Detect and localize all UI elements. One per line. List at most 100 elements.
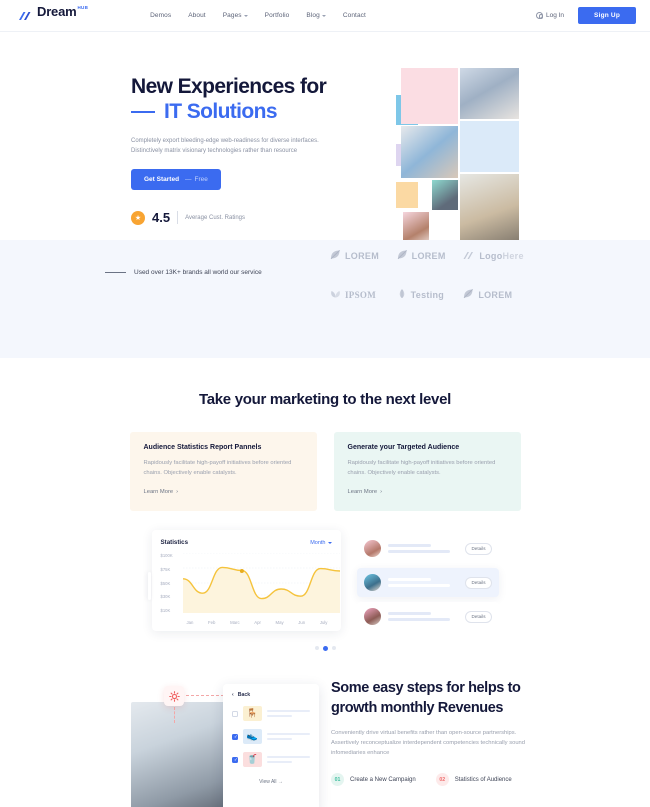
- list-item[interactable]: Details: [356, 602, 499, 631]
- brand-name: IPSOM: [345, 290, 377, 300]
- marketing-section: Take your marketing to the next level Au…: [0, 358, 650, 651]
- brands-section: Used over 13K+ brands all world our serv…: [0, 240, 650, 358]
- placeholder-bars: [387, 611, 459, 622]
- placeholder-bars: [387, 543, 459, 554]
- details-button[interactable]: Details: [465, 610, 492, 623]
- signup-button[interactable]: Sign Up: [578, 7, 636, 24]
- feature-cards: Audience Statistics Report Pannels Rapid…: [0, 432, 650, 511]
- steps-section: ‹ Back 🪑 👟 🥤 View Al: [0, 675, 650, 807]
- checkbox-checked[interactable]: [232, 756, 238, 763]
- x-axis-labels: Jan Feb Marc Apr May Jun July: [183, 620, 332, 625]
- carousel-dot-active[interactable]: [322, 646, 328, 651]
- bar: [267, 755, 310, 759]
- accent-line: [105, 272, 126, 273]
- chevron-down-icon: [321, 14, 326, 17]
- nav-label: About: [188, 12, 206, 19]
- steps-photo: [131, 702, 226, 807]
- y-axis-labels: $100K $75K $50K $30K $10K: [161, 553, 181, 613]
- product-row[interactable]: 🥤: [232, 752, 310, 767]
- learn-more-link[interactable]: Learn More ›: [348, 489, 383, 495]
- divider: [177, 211, 179, 224]
- card-body: Rapidously facilitate high-payoff initia…: [143, 460, 292, 476]
- nav-item-about[interactable]: About: [188, 12, 206, 19]
- x-tick: Jun: [298, 620, 306, 625]
- cta-sub-label: Free: [194, 176, 208, 183]
- bar: [387, 577, 432, 581]
- nav-item-demos[interactable]: Demos: [150, 12, 171, 19]
- nav-item-contact[interactable]: Contact: [343, 12, 366, 19]
- chevron-left-icon: ‹: [232, 692, 234, 698]
- bar: [267, 709, 310, 713]
- placeholder-bars: [267, 709, 310, 718]
- y-tick: $10K: [160, 608, 171, 613]
- shoe-icon: 👟: [243, 729, 262, 744]
- brand-logo-lorem-1[interactable]: LOREM: [330, 247, 397, 265]
- x-tick: Marc: [230, 620, 240, 625]
- chair-icon: 🪑: [243, 706, 262, 721]
- feature-card-targeted-audience: Generate your Targeted Audience Rapidous…: [333, 432, 521, 511]
- chart-period-select[interactable]: Month: [310, 540, 332, 546]
- view-all-link[interactable]: View All →: [232, 779, 310, 785]
- leaf-icon: [397, 247, 408, 265]
- carousel-dot[interactable]: [314, 646, 319, 650]
- hero-title-line2: IT Solutions: [164, 100, 278, 123]
- checkbox[interactable]: [232, 710, 238, 717]
- x-tick: Jan: [186, 620, 194, 625]
- brand-logo-logohere[interactable]: LogoHere: [463, 247, 530, 265]
- brand-logo-lorem-2[interactable]: LOREM: [397, 247, 464, 265]
- chevron-right-icon: ›: [380, 489, 383, 495]
- step-label: Create a New Campaign: [350, 776, 416, 783]
- chart-header: Statistics Month: [161, 539, 332, 546]
- chevron-down-icon: [327, 541, 332, 544]
- step-item-statistics-audience[interactable]: 02 Statistics of Audience: [435, 773, 512, 787]
- back-button[interactable]: ‹ Back: [232, 692, 310, 698]
- cta-dash: —: [185, 176, 192, 183]
- nav-item-portfolio[interactable]: Portfolio: [265, 12, 290, 19]
- brand-logo-ipsom[interactable]: IPSOM: [330, 286, 397, 304]
- logo[interactable]: Dream HUB: [18, 5, 88, 26]
- user-circle-icon: [535, 12, 544, 19]
- avatar: [363, 574, 381, 591]
- nav-item-blog[interactable]: Blog: [306, 12, 326, 19]
- audience-list: Details Details Details: [356, 530, 499, 631]
- brand-logo-grid: LOREM LOREM LogoHere IPSOM Testing LOREM: [330, 247, 530, 304]
- step-number: 02: [435, 773, 449, 787]
- login-link[interactable]: Log In: [535, 12, 564, 19]
- steps-paragraph: Conveniently drive virtual benefits rath…: [331, 730, 525, 756]
- dashed-connector: [174, 707, 175, 723]
- brand-logo-lorem-3[interactable]: LOREM: [463, 286, 530, 304]
- feature-card-audience-statistics: Audience Statistics Report Pannels Rapid…: [129, 432, 317, 511]
- brand-name: LOREM: [478, 290, 513, 300]
- bar: [387, 584, 450, 588]
- product-row[interactable]: 👟: [232, 729, 310, 744]
- list-item[interactable]: Details: [356, 534, 499, 563]
- sprout-icon: [397, 286, 407, 304]
- carousel-dot[interactable]: [331, 646, 336, 650]
- nav-item-pages[interactable]: Pages: [223, 12, 248, 19]
- nav-label: Contact: [342, 12, 366, 19]
- brands-tagline: Used over 13K+ brands all world our serv…: [134, 269, 262, 276]
- details-button[interactable]: Details: [465, 576, 492, 589]
- chevron-down-icon: [243, 14, 248, 17]
- product-selection-card: ‹ Back 🪑 👟 🥤 View Al: [223, 684, 319, 807]
- learn-more-link[interactable]: Learn More ›: [144, 489, 179, 495]
- hero-content: New Experiences for IT Solutions Complet…: [131, 74, 331, 225]
- details-button[interactable]: Details: [465, 542, 492, 555]
- nav-label: Portfolio: [264, 12, 290, 19]
- mosaic-photo: [460, 68, 519, 119]
- back-label: Back: [237, 692, 251, 698]
- leaf-icon: [463, 286, 474, 304]
- step-item-create-campaign[interactable]: 01 Create a New Campaign: [331, 773, 416, 787]
- avatar: [363, 608, 381, 625]
- main-nav: Demos About Pages Portfolio Blog Contact: [150, 12, 366, 19]
- brand-logo-testing[interactable]: Testing: [397, 286, 464, 304]
- list-item[interactable]: Details: [356, 568, 499, 597]
- checkbox-checked[interactable]: [232, 733, 238, 740]
- slashes-logo-icon: [463, 247, 475, 265]
- get-started-button[interactable]: Get Started — Free: [131, 169, 221, 190]
- mosaic-photo: [460, 174, 519, 246]
- header-actions: Log In Sign Up: [535, 7, 636, 24]
- product-row[interactable]: 🪑: [232, 706, 310, 721]
- placeholder-bars: [387, 577, 459, 588]
- bar: [267, 737, 292, 741]
